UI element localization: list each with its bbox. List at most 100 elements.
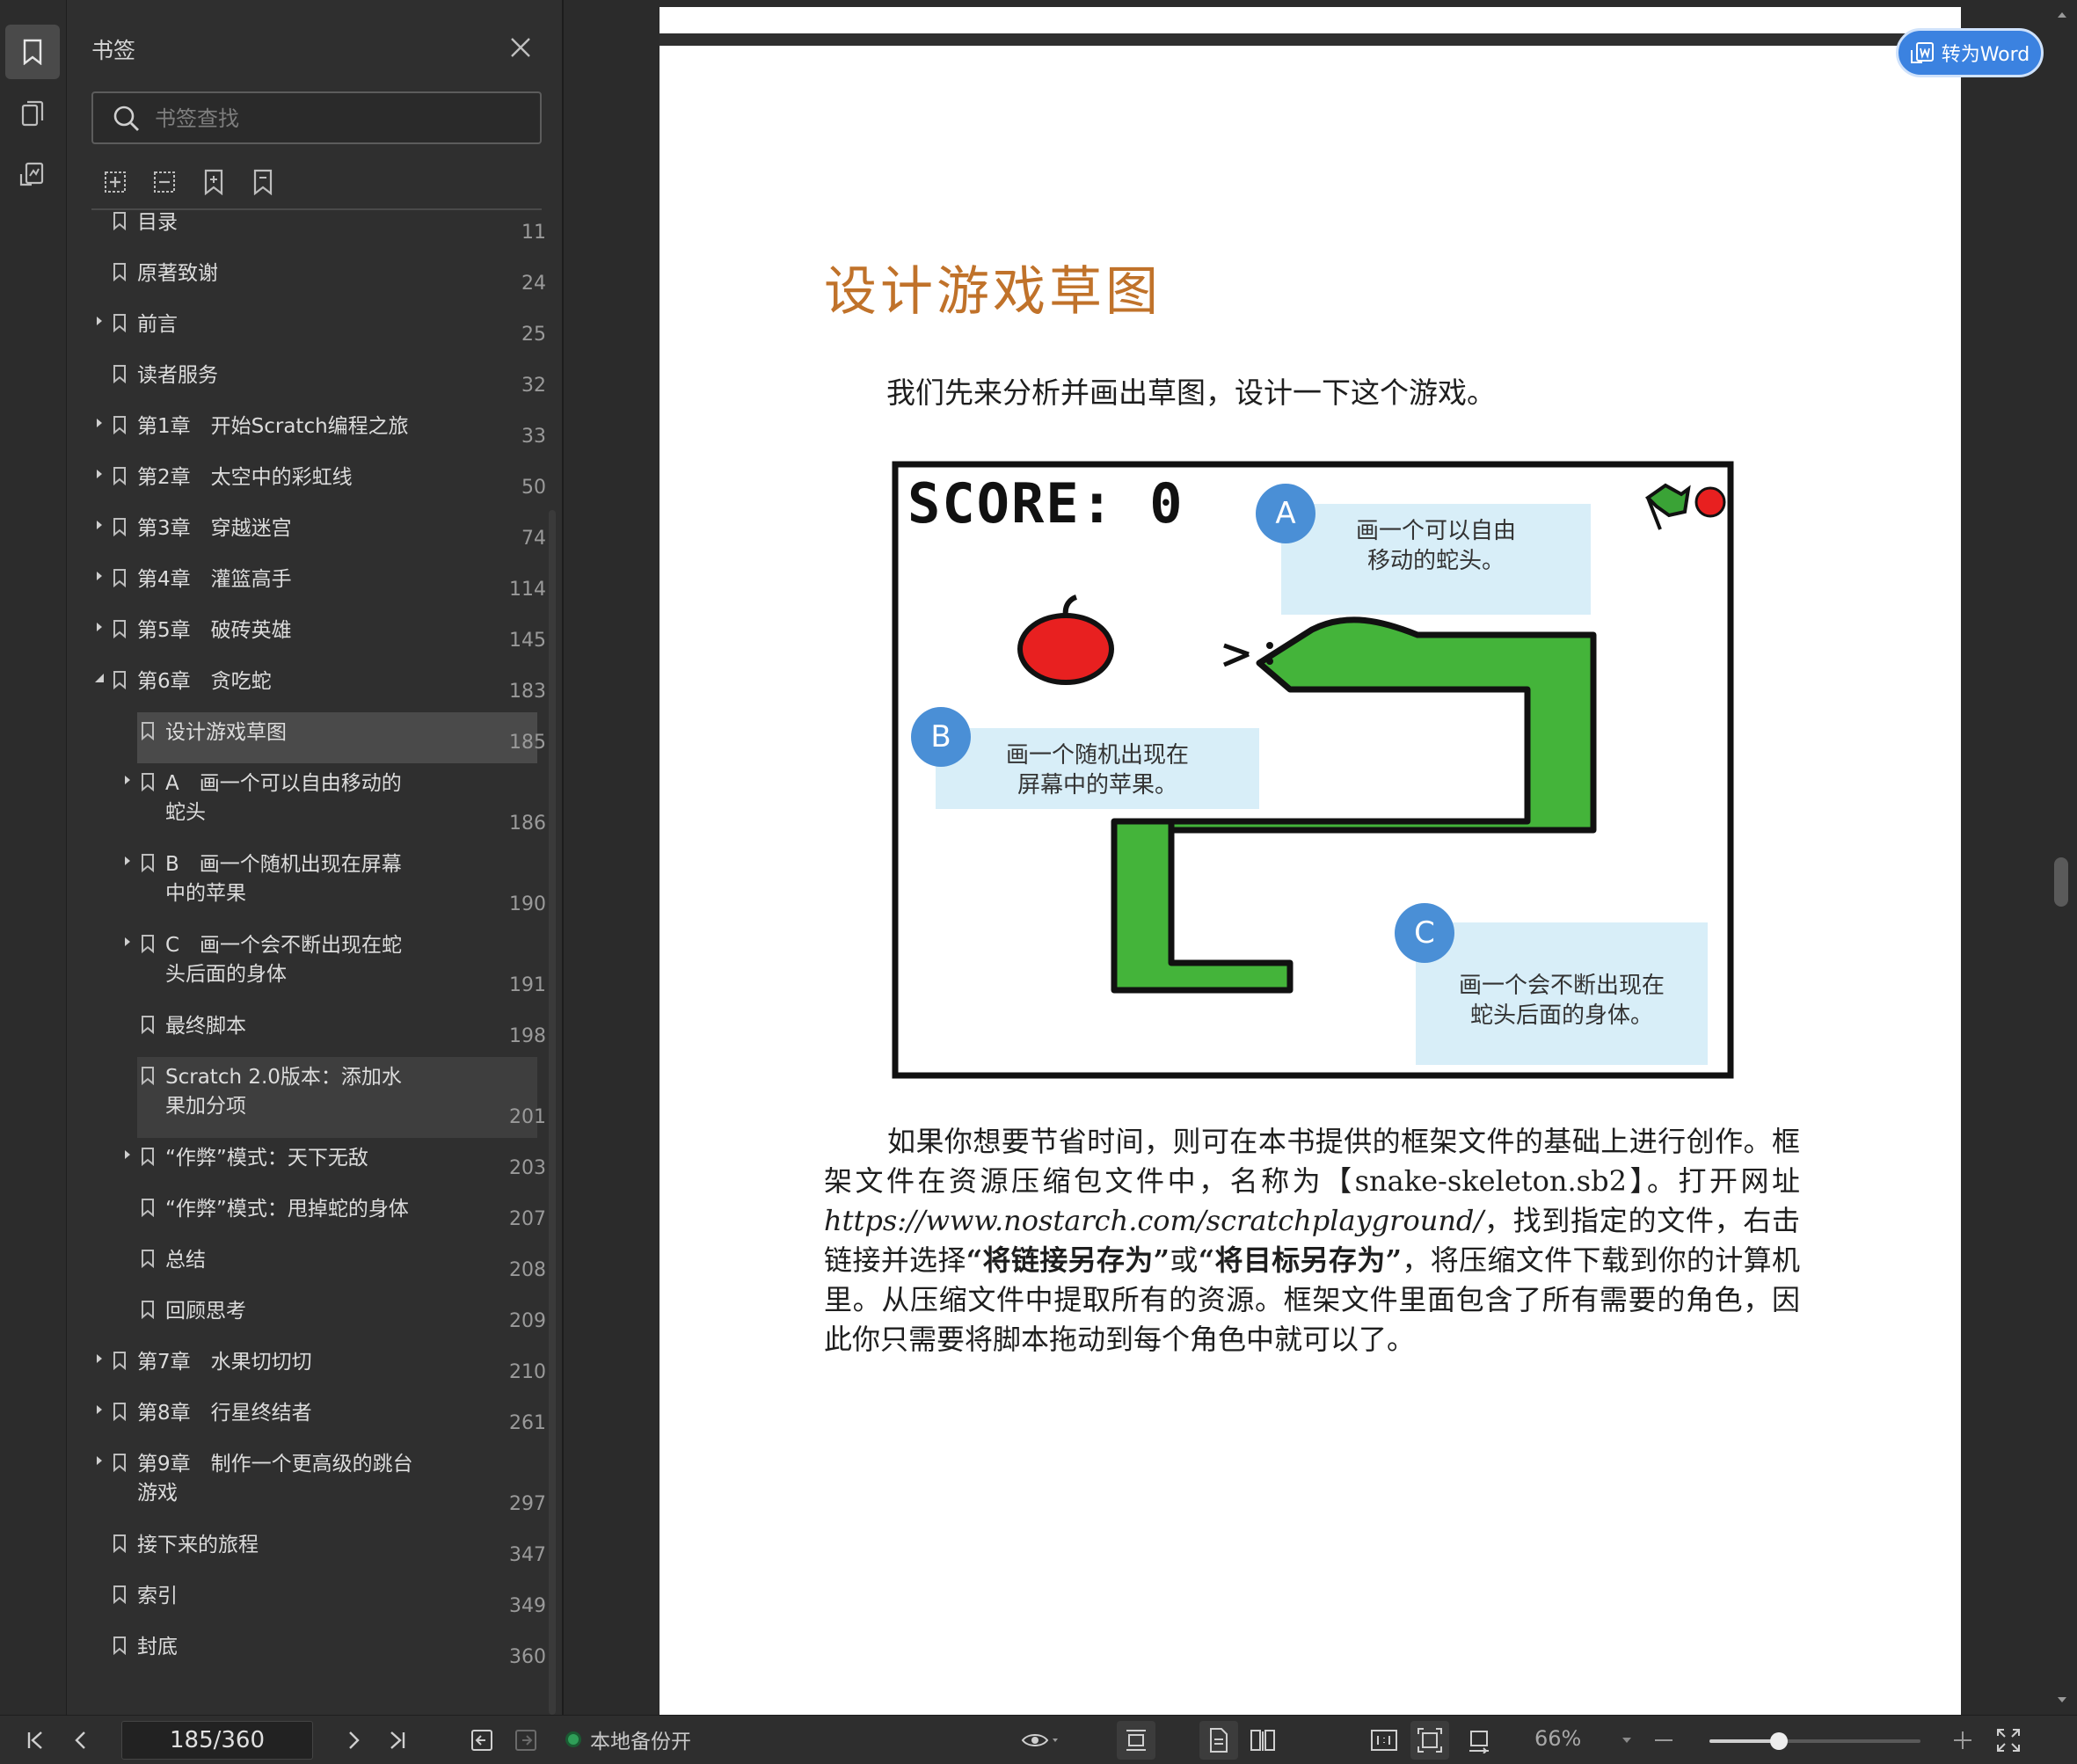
local-backup-status[interactable]: 本地备份开 <box>565 1724 691 1754</box>
bookmark-item[interactable]: 第1章 开始Scratch编程之旅 33 <box>67 406 546 457</box>
expand-arrow-icon[interactable] <box>93 315 106 327</box>
bookmark-page-number: 261 <box>509 1412 546 1434</box>
bookmark-page-number: 198 <box>509 1025 546 1047</box>
fullscreen-icon[interactable] <box>1993 1724 2024 1756</box>
bookmark-item[interactable]: 最终脚本 198 <box>67 1006 546 1057</box>
bookmark-item[interactable]: 第6章 贪吃蛇 183 <box>67 661 546 712</box>
bookmark-item[interactable]: 索引 349 <box>67 1576 546 1627</box>
bookmark-item[interactable]: 读者服务 32 <box>67 355 546 406</box>
expand-arrow-icon[interactable] <box>121 855 134 867</box>
bookmark-icon <box>113 1534 126 1553</box>
bookmark-icon <box>113 1454 126 1472</box>
expand-arrow-icon[interactable] <box>121 1148 134 1161</box>
bookmark-item[interactable]: Scratch 2.0版本：添加水 果加分项 201 <box>67 1057 546 1138</box>
bookmark-list-scrollbar[interactable] <box>549 510 556 1715</box>
zoom-dropdown-icon[interactable] <box>1614 1724 1639 1756</box>
url-text: https://www.nostarch.com/scratchplaygrou… <box>824 1204 1484 1237</box>
bookmark-label: 接下来的旅程 <box>137 1534 259 1556</box>
bookmark-item[interactable]: 第7章 水果切切切 210 <box>67 1342 546 1393</box>
collapse-arrow-icon[interactable] <box>93 672 106 684</box>
bookmark-icon <box>142 1148 154 1166</box>
callout-a-text: 画一个可以自由 移动的蛇头。 <box>1281 504 1591 615</box>
page-header-rule <box>660 33 1961 46</box>
prev-page-icon[interactable] <box>65 1724 97 1756</box>
bookmark-item[interactable]: 第9章 制作一个更高级的跳台 游戏 297 <box>67 1444 546 1525</box>
bookmark-icon <box>142 1199 154 1217</box>
bookmark-icon <box>113 314 126 332</box>
expand-arrow-icon[interactable] <box>93 417 106 429</box>
scroll-up-icon[interactable] <box>2056 9 2068 21</box>
expand-arrow-icon[interactable] <box>93 1403 106 1416</box>
expand-arrow-icon[interactable] <box>121 936 134 948</box>
bookmark-item[interactable]: “作弊”模式：甩掉蛇的身体 207 <box>67 1189 546 1240</box>
bookmark-item[interactable]: 第2章 太空中的彩虹线 50 <box>67 457 546 508</box>
zoom-slider-knob[interactable] <box>1770 1732 1789 1750</box>
single-page-icon[interactable] <box>1199 1721 1238 1760</box>
bookmark-tab-icon[interactable] <box>5 25 60 79</box>
bookmark-item[interactable]: 第3章 穿越迷宫 74 <box>67 508 546 559</box>
bookmark-page-number: 360 <box>509 1646 546 1668</box>
bookmark-page-number: 74 <box>521 528 546 550</box>
bookmark-icon <box>113 671 126 689</box>
zoom-in-icon[interactable] <box>1947 1724 1979 1756</box>
continuous-scroll-icon[interactable] <box>1117 1721 1155 1760</box>
bookmark-item[interactable]: 封底 360 <box>67 1627 546 1678</box>
last-page-icon[interactable] <box>382 1724 413 1756</box>
bookmark-item[interactable]: “作弊”模式：天下无敌 203 <box>67 1138 546 1189</box>
scroll-down-icon[interactable] <box>2056 1694 2068 1706</box>
bookmark-icon[interactable] <box>248 167 278 197</box>
bookmark-item[interactable]: B 画一个随机出现在屏幕 中的苹果 190 <box>67 844 546 925</box>
bookmark-item[interactable]: 回顾思考 209 <box>67 1291 546 1342</box>
expand-all-icon[interactable] <box>100 167 130 197</box>
pdf-reader-app: 书签 目录 11 原著致谢 24 前言 25 读者服务 32 第1章 开始Scratch编程之旅… <box>0 0 2077 1764</box>
expand-arrow-icon[interactable] <box>93 519 106 531</box>
rotate-page-icon[interactable] <box>1463 1724 1495 1756</box>
bookmark-icon <box>113 569 126 587</box>
bookmark-item[interactable]: A 画一个可以自由移动的 蛇头 186 <box>67 763 546 844</box>
zoom-level[interactable]: 66% <box>1534 1726 1581 1751</box>
fit-page-icon[interactable] <box>1410 1721 1449 1760</box>
bookmark-icon <box>113 416 126 434</box>
expand-arrow-icon[interactable] <box>93 468 106 480</box>
bookmark-item[interactable]: 原著致谢 24 <box>67 253 546 304</box>
expand-arrow-icon[interactable] <box>93 1454 106 1467</box>
bookmark-page-number: 185 <box>509 732 546 754</box>
bookmark-item[interactable]: 第8章 行星终结者 261 <box>67 1393 546 1444</box>
page-number-input[interactable]: 185/360 <box>121 1721 313 1760</box>
double-page-icon[interactable] <box>1247 1724 1279 1756</box>
collapse-all-icon[interactable] <box>149 167 179 197</box>
next-page-icon[interactable] <box>338 1724 369 1756</box>
bookmark-item[interactable]: 设计游戏草图 185 <box>67 712 546 763</box>
callout-b-text: 画一个随机出现在 屏幕中的苹果。 <box>936 728 1259 809</box>
expand-arrow-icon[interactable] <box>93 1352 106 1365</box>
game-sketch-figure: SCORE: 0 画一个可以自由 移动的蛇头。 A 画一个随机出现在 屏幕中的苹… <box>890 454 1736 1084</box>
search-input[interactable] <box>155 102 524 135</box>
zoom-out-icon[interactable] <box>1648 1724 1680 1756</box>
first-page-icon[interactable] <box>19 1724 51 1756</box>
expand-arrow-icon[interactable] <box>93 570 106 582</box>
annotation-tab-icon[interactable] <box>5 148 60 202</box>
close-icon[interactable] <box>505 32 536 63</box>
bookmark-item[interactable]: C 画一个会不断出现在蛇 头后面的身体 191 <box>67 925 546 1006</box>
bookmark-item[interactable]: 第4章 灌篮高手 114 <box>67 559 546 610</box>
zoom-slider[interactable] <box>1709 1732 1920 1750</box>
bookmark-label: 第4章 灌篮高手 <box>137 568 292 591</box>
convert-to-word-button[interactable]: 转为Word <box>1896 28 2044 77</box>
add-bookmark-icon[interactable] <box>199 167 229 197</box>
bookmark-item[interactable]: 总结 208 <box>67 1240 546 1291</box>
thumbnail-tab-icon[interactable] <box>5 86 60 141</box>
go-back-icon[interactable] <box>466 1724 498 1756</box>
eye-protection-icon[interactable] <box>1018 1724 1062 1756</box>
bookmark-item[interactable]: 目录 11 <box>67 211 546 253</box>
bookmark-item[interactable]: 前言 25 <box>67 304 546 355</box>
go-forward-icon[interactable] <box>510 1724 542 1756</box>
scroll-thumb[interactable] <box>2054 857 2068 907</box>
actual-size-icon[interactable] <box>1368 1724 1400 1756</box>
document-scrollbar[interactable] <box>2052 0 2077 1715</box>
expand-arrow-icon[interactable] <box>93 621 106 633</box>
expand-arrow-icon[interactable] <box>121 774 134 786</box>
bookmark-label: B 画一个随机出现在屏幕 中的苹果 <box>165 853 402 905</box>
bookmark-item[interactable]: 第5章 破砖英雄 145 <box>67 610 546 661</box>
bookmark-page-number: 201 <box>509 1106 546 1128</box>
bookmark-item[interactable]: 接下来的旅程 347 <box>67 1525 546 1576</box>
